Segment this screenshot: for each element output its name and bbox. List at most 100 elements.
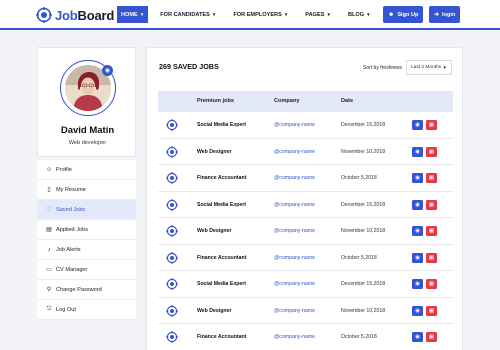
job-title[interactable]: Social Media Expert	[197, 281, 246, 287]
company-link[interactable]: @company-name	[274, 175, 315, 181]
trash-icon: ▦	[428, 228, 435, 234]
view-button[interactable]: ◉	[412, 305, 423, 316]
company-logo-icon	[166, 172, 178, 184]
top-header: JobBoard HOME ▼ FOR CANDIDATES ▼ FOR EMPLO…	[0, 0, 500, 30]
company-link[interactable]: @company-name	[274, 122, 315, 128]
sort-select-value: Last 2 Months	[411, 65, 442, 70]
trash-icon: ▦	[428, 122, 435, 128]
sidebar-item-change-password[interactable]: ⚲ Change Password	[37, 280, 136, 300]
company-logo-icon	[166, 119, 178, 131]
eye-icon: ◉	[415, 122, 420, 128]
delete-button[interactable]: ▦	[426, 146, 437, 157]
main-nav: HOME ▼ FOR CANDIDATES ▼ FOR EMPLOYERS ▼ PAG…	[117, 6, 383, 23]
company-link[interactable]: @company-name	[274, 149, 315, 155]
sidebar-menu: ☺ Profile ▯ My Resume ♡ Saved Jobs ▤ Applied…	[37, 160, 136, 320]
view-button[interactable]: ◉	[412, 146, 423, 157]
view-button[interactable]: ◉	[412, 120, 423, 130]
job-title[interactable]: Finance Accountant	[197, 175, 246, 181]
column-header-company: Company	[274, 98, 300, 104]
delete-button[interactable]: ▦	[426, 199, 437, 210]
login-button[interactable]: ➔ login	[429, 6, 461, 23]
job-title[interactable]: Finance Accountant	[197, 334, 246, 340]
table-row: Social Media Expert @company-name Decemb…	[158, 112, 453, 139]
view-button[interactable]: ◉	[412, 199, 423, 210]
view-button[interactable]: ◉	[412, 279, 423, 289]
company-link[interactable]: @company-name	[274, 202, 315, 208]
company-link[interactable]: @company-name	[274, 308, 315, 314]
sort-select[interactable]: Last 2 Months ▼	[406, 60, 452, 75]
company-logo-icon	[166, 278, 178, 290]
nav-item-for-employers[interactable]: FOR EMPLOYERS ▼	[228, 6, 293, 23]
logo-text: JobBoard	[55, 7, 115, 23]
table-header: Premium jobs Company Date	[158, 91, 453, 112]
delete-button[interactable]: ▦	[426, 305, 437, 316]
job-date: December 15,2018	[341, 201, 386, 208]
table-row: Web Designer @company-name November 10,2…	[158, 139, 453, 165]
user-icon: ☺	[45, 166, 53, 173]
user-plus-icon: ☻	[388, 11, 395, 18]
company-link[interactable]: @company-name	[274, 334, 315, 340]
delete-button[interactable]: ▦	[426, 332, 437, 342]
company-logo-icon	[166, 304, 178, 317]
key-icon: ⚲	[46, 287, 52, 293]
table-row: Web Designer @company-name November 10,2…	[158, 298, 453, 324]
job-date: October 5,2018	[341, 334, 377, 340]
sign-up-button[interactable]: ☻ Sign Up	[383, 6, 424, 23]
job-title[interactable]: Social Media Expert	[197, 122, 246, 128]
company-link[interactable]: @company-name	[274, 255, 315, 261]
chevron-down-icon: ▼	[139, 12, 145, 17]
job-date: December 15,2018	[341, 122, 386, 128]
camera-icon[interactable]: ◉	[102, 65, 113, 76]
sidebar-item-my-resume[interactable]: ▯ My Resume	[37, 180, 136, 200]
nav-item-for-candidates[interactable]: FOR CANDIDATES ▼	[155, 6, 221, 23]
company-logo-icon	[166, 251, 178, 264]
job-title[interactable]: Social Media Expert	[197, 202, 246, 208]
company-link[interactable]: @company-name	[274, 228, 315, 234]
delete-button[interactable]: ▦	[426, 279, 437, 289]
logout-icon: ⎋	[46, 306, 52, 312]
view-button[interactable]: ◉	[412, 173, 423, 183]
job-title[interactable]: Web Designer	[197, 228, 232, 234]
trash-icon: ▦	[428, 175, 435, 181]
company-link[interactable]: @company-name	[274, 281, 315, 287]
sidebar-item-job-alerts[interactable]: ♪ Job Alerts	[37, 240, 136, 260]
sidebar-item-applied-jobs[interactable]: ▤ Applied Jobs	[37, 220, 136, 240]
saved-jobs-panel: 269 SAVED JOBS Sort by freshness Last 2 …	[146, 47, 463, 350]
view-button[interactable]: ◉	[412, 332, 423, 342]
profile-card: ◉ David Matin Web developer	[37, 47, 136, 157]
job-date: November 10,2018	[341, 307, 386, 314]
table-row: Social Media Expert @company-name Decemb…	[158, 271, 453, 298]
jobboard-logo[interactable]: JobBoard	[36, 7, 114, 23]
nav-item-pages[interactable]: PAGES ▼	[300, 6, 336, 23]
job-date: December 15,2018	[341, 281, 386, 287]
eye-icon: ◉	[415, 334, 420, 340]
view-button[interactable]: ◉	[412, 226, 423, 236]
briefcase-icon: ▤	[46, 227, 52, 233]
sidebar-item-log-out[interactable]: ⎋ Log Out	[37, 300, 136, 320]
eye-icon: ◉	[415, 281, 420, 287]
login-icon: ➔	[434, 12, 440, 18]
table-row: Finance Accountant @company-name October…	[158, 324, 453, 350]
delete-button[interactable]: ▦	[426, 226, 437, 236]
job-title[interactable]: Web Designer	[197, 149, 232, 155]
eye-icon: ◉	[415, 307, 420, 314]
sidebar-item-saved-jobs[interactable]: ♡ Saved Jobs	[37, 200, 136, 220]
job-title[interactable]: Finance Accountant	[197, 255, 246, 261]
trash-icon: ▦	[428, 281, 435, 287]
table-row: Web Designer @company-name November 10,2…	[158, 218, 453, 245]
trash-icon: ▦	[428, 334, 435, 340]
sidebar-item-profile[interactable]: ☺ Profile	[37, 160, 136, 180]
job-title[interactable]: Web Designer	[197, 308, 232, 314]
trash-icon: ▦	[428, 201, 435, 208]
trash-icon: ▦	[428, 254, 435, 261]
delete-button[interactable]: ▦	[426, 120, 437, 130]
delete-button[interactable]: ▦	[426, 173, 437, 183]
delete-button[interactable]: ▦	[426, 252, 437, 263]
chevron-down-icon: ▼	[326, 12, 331, 17]
view-button[interactable]: ◉	[412, 252, 423, 263]
job-date: November 10,2018	[341, 228, 386, 234]
nav-item-blog[interactable]: BLOG ▼	[343, 6, 376, 23]
sidebar-item-cv-manager[interactable]: ▭ CV Manager	[37, 260, 136, 280]
nav-item-home[interactable]: HOME ▼	[117, 6, 149, 23]
table-row: Finance Accountant @company-name October…	[158, 245, 453, 271]
